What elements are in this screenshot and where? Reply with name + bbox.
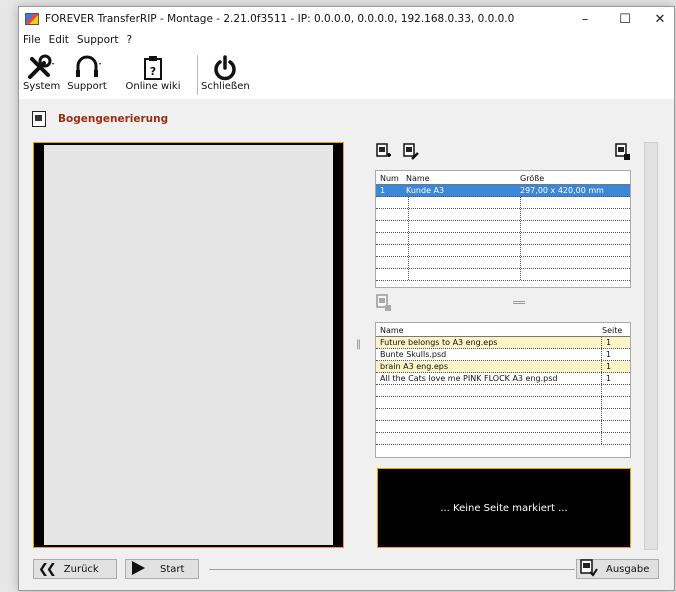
table-row[interactable]: 1 Kunde A3 297,00 x 420,00 mm — [376, 185, 630, 197]
table-row[interactable]: Bunte Skulls.psd 1 — [376, 349, 630, 361]
power-icon — [201, 51, 249, 81]
table-row-empty — [376, 233, 630, 245]
files-table-header: Name Seite — [376, 323, 630, 337]
back-label: Zurück — [63, 563, 99, 575]
window-title: FOREVER TransferRIP - Montage - 2.21.0f3… — [45, 13, 515, 25]
close-label: Schließen — [201, 81, 250, 92]
sheet-preview-canvas — [44, 145, 333, 545]
sheet-table-header: Num Name Größe — [376, 171, 630, 185]
app-window: FOREVER TransferRIP - Montage - 2.21.0f3… — [18, 6, 675, 591]
sheet-generation-icon — [32, 111, 46, 127]
right-scrollbar[interactable] — [644, 142, 658, 550]
col-file-name[interactable]: Name — [376, 323, 598, 336]
title-bar: FOREVER TransferRIP - Montage - 2.21.0f3… — [19, 7, 674, 31]
col-size[interactable]: Größe — [516, 171, 626, 184]
online-wiki-button[interactable]: ? Online wiki — [119, 51, 187, 92]
col-page[interactable]: Seite — [598, 323, 628, 336]
table-row-empty — [376, 409, 630, 421]
sheet-preview[interactable] — [33, 142, 344, 548]
resize-handle[interactable] — [513, 301, 525, 304]
progress-line — [209, 569, 575, 570]
sheet-table: Num Name Größe 1 Kunde A3 297,00 x 420,0… — [375, 170, 631, 288]
table-row-empty — [376, 221, 630, 233]
table-row-empty — [376, 245, 630, 257]
system-button[interactable]: System — [23, 51, 61, 92]
section-title: Bogengenerierung — [58, 113, 169, 125]
back-button[interactable]: ❮❮ Zurück — [33, 559, 117, 579]
play-icon — [130, 560, 146, 579]
close-app-button[interactable]: Schließen — [201, 51, 250, 92]
table-row-empty — [376, 385, 630, 397]
add-sheet-icon[interactable] — [376, 143, 391, 159]
close-window-button[interactable]: ✕ — [637, 7, 674, 31]
menu-edit[interactable]: Edit — [49, 34, 69, 46]
table-row[interactable]: Future belongs to A3 eng.eps 1 — [376, 337, 630, 349]
tools-icon — [23, 51, 59, 81]
start-button[interactable]: Start — [125, 559, 199, 579]
output-label: Ausgabe — [606, 563, 650, 575]
table-row-empty — [376, 433, 630, 445]
wiki-clipboard-icon: ? — [119, 51, 187, 81]
table-row-empty — [376, 421, 630, 433]
headset-icon — [65, 51, 109, 81]
edit-sheet-icon[interactable] — [403, 143, 419, 160]
table-row-empty — [376, 257, 630, 269]
menu-file[interactable]: File — [23, 34, 41, 46]
output-icon — [580, 558, 598, 580]
wiki-label: Online wiki — [125, 81, 181, 92]
files-table: Name Seite Future belongs to A3 eng.eps … — [375, 322, 631, 458]
no-page-selected-text: ... Keine Seite markiert ... — [440, 502, 568, 514]
app-icon — [25, 13, 39, 25]
table-row-empty — [376, 197, 630, 209]
menu-help[interactable]: ? — [126, 34, 132, 46]
table-row[interactable]: All the Cats love me PINK FLOCK A3 eng.p… — [376, 373, 630, 385]
start-label: Start — [160, 563, 185, 575]
double-chevron-left-icon: ❮❮ — [38, 561, 57, 577]
table-row-empty — [376, 397, 630, 409]
col-num[interactable]: Num — [376, 171, 402, 184]
toolbar-separator — [197, 55, 198, 95]
output-button[interactable]: Ausgabe — [576, 558, 659, 580]
support-label: Support — [67, 81, 107, 92]
support-button[interactable]: Support — [65, 51, 109, 92]
vertical-splitter[interactable]: ‖ — [356, 339, 361, 350]
svg-text:?: ? — [150, 65, 156, 78]
col-name[interactable]: Name — [402, 171, 516, 184]
menu-support[interactable]: Support — [77, 34, 119, 46]
table-row[interactable]: brain A3 eng.eps 1 — [376, 361, 630, 373]
page-info-panel: ... Keine Seite markiert ... — [377, 468, 631, 548]
section-header: Bogengenerierung — [32, 111, 168, 127]
table-row-empty — [376, 209, 630, 221]
toolbar: System Support ? Online wiki Schließen — [19, 49, 674, 99]
sheet-settings-icon[interactable] — [376, 294, 391, 311]
system-label: System — [23, 81, 61, 92]
delete-sheet-icon[interactable] — [615, 143, 630, 160]
table-row-empty — [376, 269, 630, 281]
menu-bar: File Edit Support ? — [19, 31, 674, 49]
